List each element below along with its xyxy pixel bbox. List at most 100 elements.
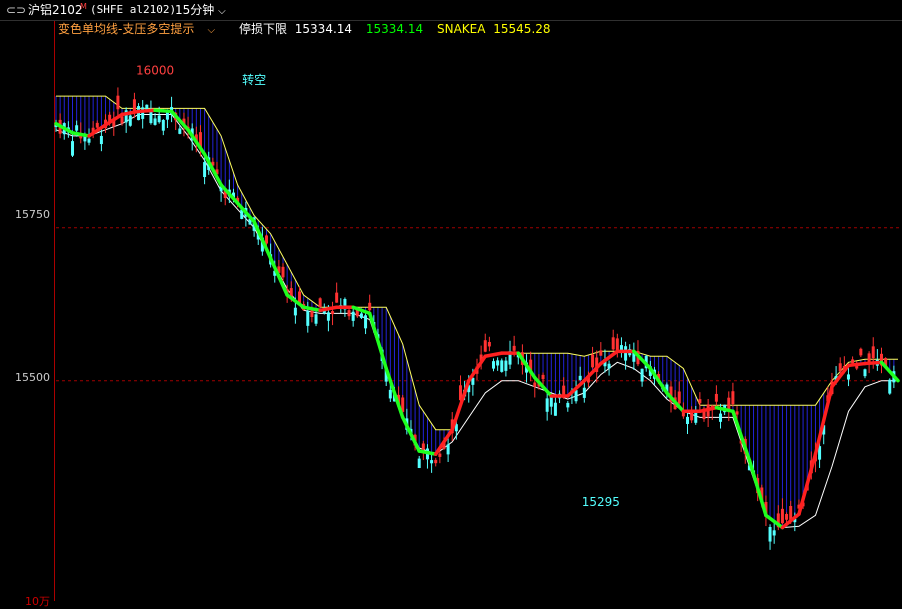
ma-segment [483,351,504,358]
snake-lower-band [55,114,898,529]
candle-body [863,369,867,377]
candle-body [388,389,392,399]
candle-body [335,292,339,303]
candle-body [75,125,79,131]
ma-segment [714,405,735,414]
candle-body [574,390,578,402]
candle-body [591,354,595,368]
candle-body [772,530,776,536]
candle-body [368,302,372,311]
candle-body [203,162,207,178]
candle-body [178,128,182,134]
candle-body [846,374,850,380]
candle-body [686,416,689,424]
candle-body [500,360,504,372]
candle-body [351,311,355,321]
candle-body [888,379,892,394]
envelope-layer [55,95,898,529]
candle-body [359,313,363,318]
candle-body [157,115,161,123]
candle-body [421,443,425,450]
annotation-low: 15295 [582,495,620,509]
envelope-fill-layer [55,96,895,528]
candle-body [871,346,875,359]
candle-body [483,340,487,352]
candle-body [281,266,285,278]
candle-body [446,444,450,455]
ma-segment [153,108,174,114]
candle-body [99,135,103,145]
candle-body [347,310,351,317]
candle-body [838,363,842,372]
candle-body [331,311,335,315]
candle-body [492,361,496,369]
candle-body [677,391,681,404]
candle-body [153,118,157,125]
candle-body [731,391,735,405]
ma-segment [120,109,141,117]
ma-segment [863,360,884,366]
candle-body [314,314,318,324]
candle-body [867,353,871,363]
candle-body [698,399,702,404]
candle-body [496,360,500,366]
ma-segment [136,108,157,114]
candle-body [265,235,268,244]
candle-body [95,122,99,128]
candle-body [71,141,75,156]
price-chart[interactable]: 16000转空1529515595转空转多1518515570转多 [0,0,902,601]
candle-body [293,307,297,316]
candle-body [553,402,557,416]
ma-segment [417,449,438,456]
ma-segment [698,405,719,414]
ma-segment [301,305,322,313]
candle-body [640,368,644,382]
color-line-layer [54,108,900,530]
candle-body [430,460,434,464]
candles-layer [54,87,896,550]
candle-body [116,95,120,110]
candle-body [690,412,694,421]
candle-body [714,393,718,402]
candle-body [545,398,549,412]
grid-layer [56,227,902,382]
candle-body [785,514,789,520]
candle-body [851,359,855,364]
candle-body [599,350,603,356]
candle-body [607,363,611,369]
candle-body [364,315,368,329]
candle-body [694,411,698,423]
candle-body [87,138,91,143]
candle-body [624,346,628,361]
ma-segment [846,361,867,368]
candle-body [615,338,619,352]
candle-body [161,119,165,131]
candle-body [735,411,739,415]
candle-body [318,298,322,308]
candle-body [120,116,124,124]
candle-body [768,527,772,542]
candle-body [859,348,863,356]
candle-body [719,413,723,422]
candle-body [128,115,132,126]
annotation-layer: 16000转空1529515595转空转多1518515570转多 [136,64,620,509]
candle-body [780,508,784,524]
candle-body [562,385,566,396]
candle-body [141,107,145,119]
candle-body [533,382,537,387]
candle-body [434,459,438,464]
annotation-signal: 转空 [242,72,266,87]
candle-body [504,360,508,371]
candle-body [326,312,330,321]
candle-body [417,458,421,469]
annotation-high: 16000 [136,64,174,78]
candle-body [578,375,582,380]
candle-body [512,345,516,351]
candle-body [582,387,586,398]
candle-body [541,374,545,380]
candle-body [306,310,310,326]
candle-body [487,341,491,347]
candle-body [611,337,615,350]
candle-body [438,453,442,457]
candle-body [566,402,570,408]
